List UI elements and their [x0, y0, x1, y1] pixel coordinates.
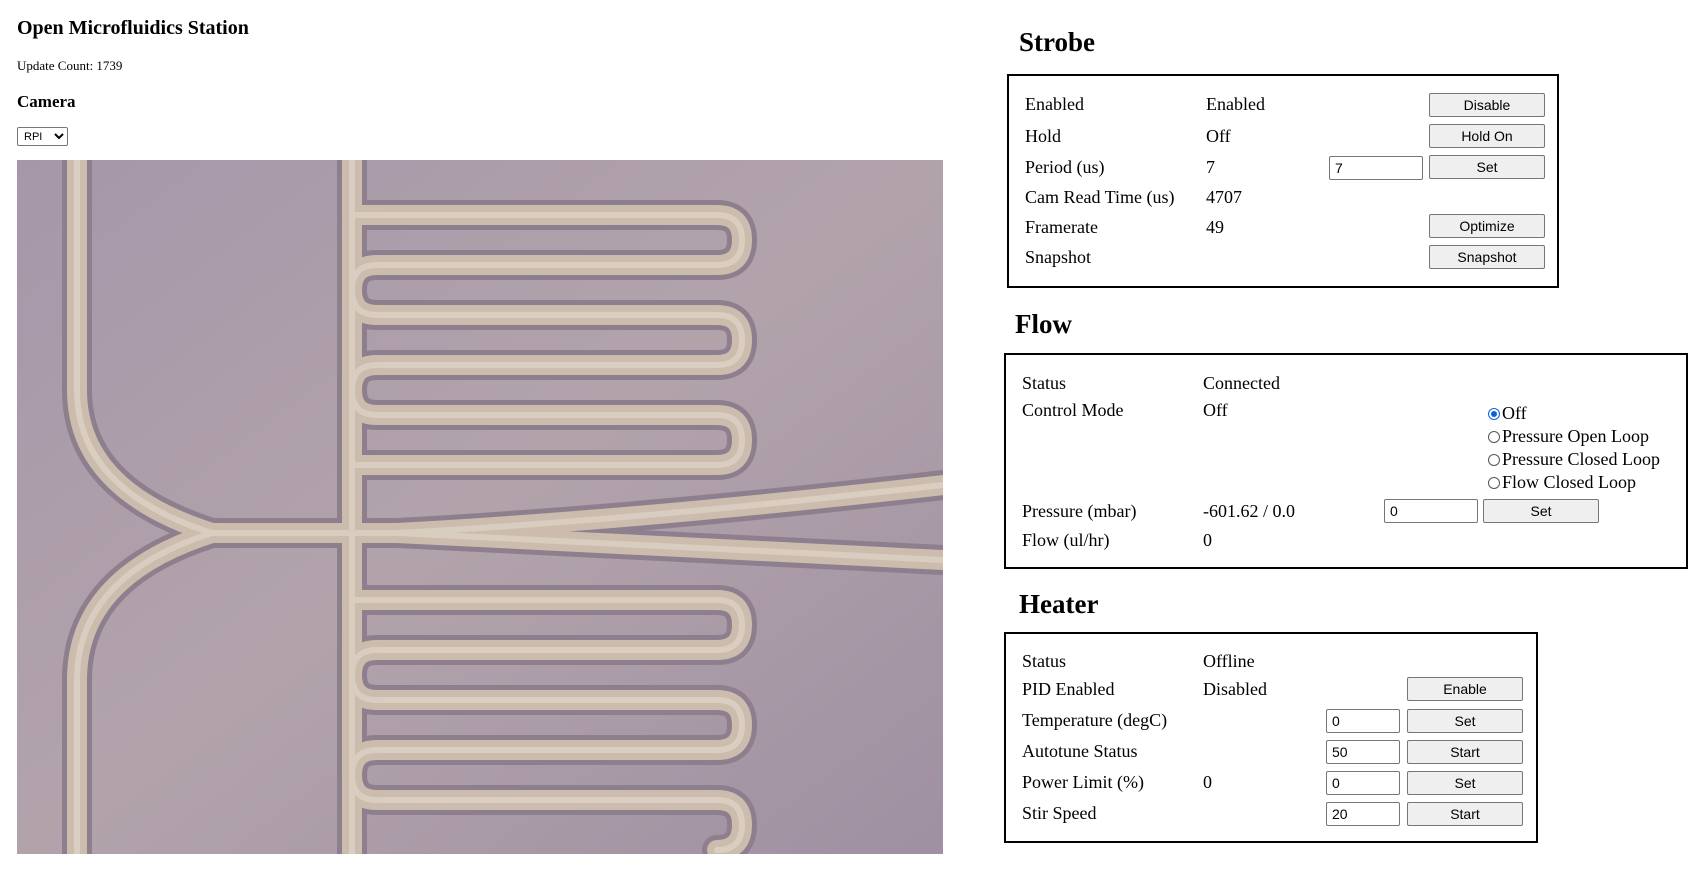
- strobe-period-label: Period (us): [1025, 157, 1105, 177]
- strobe-period-value: 7: [1206, 157, 1215, 177]
- heater-power-limit-label: Power Limit (%): [1022, 772, 1144, 792]
- flow-mode-off-label: Off: [1502, 403, 1527, 423]
- strobe-snapshot-button[interactable]: Snapshot: [1429, 245, 1545, 269]
- heater-temperature-set-button[interactable]: Set: [1407, 709, 1523, 733]
- heater-temperature-input[interactable]: [1326, 709, 1400, 733]
- strobe-hold-value: Off: [1206, 126, 1231, 146]
- strobe-title: Strobe: [1019, 27, 1096, 57]
- flow-pressure-value: -601.62 / 0.0: [1203, 501, 1295, 521]
- strobe-cam-read-value: 4707: [1206, 187, 1242, 207]
- strobe-optimize-button[interactable]: Optimize: [1429, 214, 1545, 238]
- flow-control-mode-label: Control Mode: [1022, 400, 1124, 420]
- strobe-enabled-label: Enabled: [1025, 94, 1084, 114]
- heater-power-limit-value: 0: [1203, 772, 1212, 792]
- flow-title: Flow: [1015, 309, 1072, 339]
- camera-feed: [17, 160, 943, 854]
- strobe-snapshot-label: Snapshot: [1025, 247, 1092, 267]
- heater-autotune-label: Autotune Status: [1022, 741, 1138, 761]
- flow-mode-pressure-open-loop-label: Pressure Open Loop: [1502, 426, 1649, 446]
- flow-pressure-input[interactable]: [1384, 499, 1478, 523]
- heater-panel: Status Offline PID Enabled Disabled Enab…: [1004, 632, 1538, 843]
- strobe-period-set-button[interactable]: Set: [1429, 155, 1545, 179]
- heater-autotune-input[interactable]: [1326, 740, 1400, 764]
- radio-unselected-icon[interactable]: [1488, 430, 1500, 443]
- heater-stir-speed-label: Stir Speed: [1022, 803, 1097, 823]
- flow-pressure-set-button[interactable]: Set: [1483, 499, 1599, 523]
- heater-status-value: Offline: [1203, 651, 1255, 671]
- flow-mode-off-option[interactable]: Off: [1488, 402, 1660, 425]
- strobe-hold-label: Hold: [1025, 126, 1061, 146]
- microfluidic-chip-image: [17, 160, 943, 854]
- strobe-cam-read-label: Cam Read Time (us): [1025, 187, 1175, 207]
- radio-unselected-icon[interactable]: [1488, 476, 1500, 489]
- strobe-disable-button[interactable]: Disable: [1429, 93, 1545, 117]
- heater-title: Heater: [1019, 589, 1099, 619]
- camera-heading: Camera: [17, 92, 76, 111]
- strobe-period-input[interactable]: [1329, 156, 1423, 180]
- heater-enable-button[interactable]: Enable: [1407, 677, 1523, 701]
- flow-pressure-label: Pressure (mbar): [1022, 501, 1137, 521]
- flow-mode-pressure-closed-loop-label: Pressure Closed Loop: [1502, 449, 1660, 469]
- page-title: Open Microfluidics Station: [17, 17, 249, 39]
- flow-rate-value: 0: [1203, 530, 1212, 550]
- radio-unselected-icon[interactable]: [1488, 453, 1500, 466]
- strobe-panel: Enabled Enabled Disable Hold Off Hold On…: [1007, 74, 1559, 288]
- flow-mode-flow-closed-loop-label: Flow Closed Loop: [1502, 472, 1637, 492]
- heater-pid-value: Disabled: [1203, 679, 1267, 699]
- flow-mode-pressure-open-loop-option[interactable]: Pressure Open Loop: [1488, 425, 1660, 448]
- flow-status-value: Connected: [1203, 373, 1280, 393]
- heater-pid-label: PID Enabled: [1022, 679, 1115, 699]
- heater-autotune-start-button[interactable]: Start: [1407, 740, 1523, 764]
- heater-power-limit-set-button[interactable]: Set: [1407, 771, 1523, 795]
- update-count: Update Count: 1739: [17, 58, 123, 73]
- flow-rate-label: Flow (ul/hr): [1022, 530, 1110, 550]
- strobe-hold-on-button[interactable]: Hold On: [1429, 124, 1545, 148]
- flow-mode-radio-group: Off Pressure Open Loop Pressure Closed L…: [1488, 402, 1660, 494]
- flow-mode-flow-closed-loop-option[interactable]: Flow Closed Loop: [1488, 471, 1660, 494]
- radio-selected-icon[interactable]: [1488, 407, 1500, 420]
- heater-power-limit-input[interactable]: [1326, 771, 1400, 795]
- heater-temperature-label: Temperature (degC): [1022, 710, 1168, 730]
- heater-status-label: Status: [1022, 651, 1067, 671]
- camera-select[interactable]: RPI: [17, 127, 68, 146]
- flow-panel: Status Connected Control Mode Off Off Pr…: [1004, 353, 1688, 569]
- heater-stir-speed-input[interactable]: [1326, 802, 1400, 826]
- flow-control-mode-value: Off: [1203, 400, 1228, 420]
- heater-stir-speed-start-button[interactable]: Start: [1407, 802, 1523, 826]
- strobe-framerate-value: 49: [1206, 217, 1224, 237]
- strobe-framerate-label: Framerate: [1025, 217, 1098, 237]
- flow-mode-pressure-closed-loop-option[interactable]: Pressure Closed Loop: [1488, 448, 1660, 471]
- strobe-enabled-value: Enabled: [1206, 94, 1265, 114]
- flow-status-label: Status: [1022, 373, 1067, 393]
